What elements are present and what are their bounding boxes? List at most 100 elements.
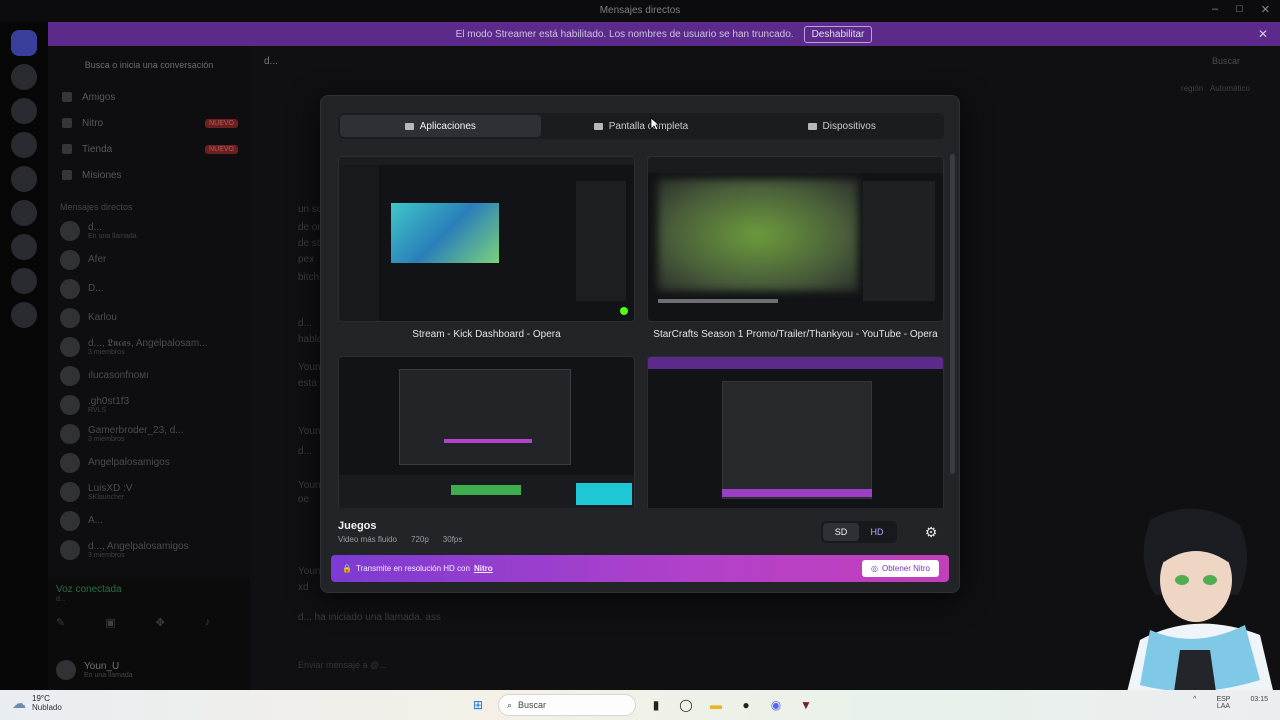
voice-connected-label: Voz conectada [56, 584, 122, 595]
nitro-promo-banner: 🔒 Transmite en resolución HD con Nitro ◎… [331, 555, 949, 582]
dm-item[interactable]: Angelpalosamigos [48, 448, 250, 477]
get-nitro-label: Obtener Nitro [881, 564, 930, 573]
minimize-icon[interactable]: – [1212, 3, 1218, 16]
avatar [60, 365, 80, 386]
cloud-icon: ☁ [12, 694, 26, 711]
maximize-icon[interactable]: □ [1236, 3, 1243, 16]
stream-fps: 30fps [442, 535, 463, 544]
close-banner-icon[interactable]: ✕ [1258, 27, 1268, 41]
new-badge: NUEVO [205, 118, 238, 128]
stream-section-title: Juegos [338, 520, 377, 532]
avatar [60, 423, 80, 444]
obs-icon[interactable]: ● [736, 695, 756, 715]
tab-devices[interactable]: Dispositivos [741, 115, 942, 137]
quality-hd-option[interactable]: HD [859, 523, 895, 541]
dm-item[interactable]: Karlou [48, 303, 250, 332]
taskbar-search-placeholder: Buscar [518, 700, 547, 710]
weather-widget[interactable]: ☁ 19°C Nublado [12, 694, 62, 712]
dm-item[interactable]: d..., 𝕷𝖚𝖈𝖆𝖘, Angelpalosam... 3 miembros [48, 332, 250, 361]
server-icon[interactable] [11, 132, 37, 158]
server-icon[interactable] [11, 98, 37, 124]
windows-start-icon[interactable]: ⊞ [468, 695, 488, 715]
dm-name: D... [88, 283, 104, 294]
taskbar-apps: ⊞ ⌕ Buscar ▮ ◯ ▬ ● ◉ ▼ [468, 694, 816, 716]
dm-name: .gh0st1f3 [88, 395, 130, 407]
lock-icon: 🔒 [342, 564, 352, 573]
chat-message: un so [298, 204, 323, 215]
server-icon[interactable] [11, 166, 37, 192]
avatar [60, 510, 80, 531]
taskbar-search[interactable]: ⌕ Buscar [498, 694, 636, 716]
dm-item[interactable]: A... [48, 506, 250, 535]
nitro-link[interactable]: Nitro [474, 564, 493, 573]
tab-full-screen[interactable]: Pantalla completa [541, 115, 742, 137]
source-scrollbar[interactable] [950, 154, 955, 474]
nav-item-quests[interactable]: Misiones [48, 162, 250, 188]
dm-item[interactable]: Gamerbroder_23, d... 3 miembros [48, 419, 250, 448]
current-user[interactable]: Youn_U En una llamada [56, 660, 133, 680]
explore-icon[interactable] [11, 302, 37, 328]
source-grid: Stream - Kick Dashboard - Opera StarCraf… [338, 156, 946, 508]
dm-item[interactable]: D... [48, 274, 250, 303]
call-started-message: d... ha iniciado una llamada. ass [298, 612, 441, 623]
dm-name: A... [88, 515, 104, 526]
streamer-mode-banner: El modo Streamer está habilitado. Los no… [48, 22, 1280, 46]
task-view-icon[interactable]: ▮ [646, 695, 666, 715]
server-icon[interactable] [11, 64, 37, 90]
tray-chevron-icon[interactable]: ^ [1193, 696, 1196, 710]
close-icon[interactable]: ✕ [1261, 3, 1270, 16]
promo-text: Transmite en resolución HD con [355, 564, 470, 573]
language-indicator[interactable]: ESP LAA [1216, 696, 1230, 710]
activities-icon[interactable]: ✥ [156, 616, 165, 629]
quality-sd-option[interactable]: SD [823, 523, 859, 541]
dm-name: ılucasonfnoмı [88, 370, 149, 381]
dm-sidebar: Busca o inicia una conversación Amigos N… [48, 46, 250, 690]
dm-item[interactable]: ılucasonfnoмı [48, 361, 250, 390]
source-card[interactable]: StarCrafts Season 1 Promo/Trailer/Thanky… [647, 156, 944, 340]
tab-label: Pantalla completa [608, 120, 689, 132]
tab-applications[interactable]: Aplicaciones [340, 115, 541, 137]
app-icon[interactable]: ▼ [796, 695, 816, 715]
dm-item[interactable]: LuisXD :V SKlauncher [48, 477, 250, 506]
nav-item-nitro[interactable]: Nitro NUEVO [48, 110, 250, 136]
search-icon: ⌕ [507, 699, 513, 710]
discord-home-icon[interactable] [11, 30, 37, 56]
screen-share-icon[interactable]: ▣ [105, 616, 115, 629]
dm-item[interactable]: Afer [48, 245, 250, 274]
add-server-icon[interactable] [11, 268, 37, 294]
nitro-icon [62, 118, 72, 128]
nav-item-shop[interactable]: Tienda NUEVO [48, 136, 250, 162]
dm-name: Afer [88, 254, 107, 265]
opera-icon[interactable]: ◯ [676, 695, 696, 715]
gear-icon[interactable]: ⚙ [921, 522, 941, 542]
source-thumbnail [647, 356, 944, 508]
file-explorer-icon[interactable]: ▬ [706, 695, 726, 715]
discord-icon[interactable]: ◉ [766, 695, 786, 715]
dm-name: Gamerbroder_23, d... [88, 424, 184, 436]
disable-streamer-button[interactable]: Deshabilitar [803, 25, 873, 43]
nav-item-friends[interactable]: Amigos [48, 84, 250, 110]
camera-off-icon[interactable]: ✎ [56, 616, 65, 629]
source-thumbnail [338, 356, 635, 508]
message-input[interactable]: Enviar mensaje a @... [298, 660, 387, 670]
source-card[interactable] [647, 356, 944, 508]
dm-item[interactable]: d... En una llamada [48, 216, 250, 245]
dm-search-input[interactable]: Busca o inicia una conversación [56, 56, 242, 74]
dm-item[interactable]: d..., Angelpalosamigos 3 miembros [48, 535, 250, 564]
chat-search-input[interactable]: Buscar [1212, 56, 1240, 66]
get-nitro-button[interactable]: ◎ Obtener Nitro [861, 560, 939, 577]
dm-name: d..., Angelpalosamigos [88, 540, 189, 552]
source-card[interactable] [338, 356, 635, 508]
avatar [56, 660, 76, 680]
dm-status: 3 miembros [88, 551, 125, 559]
soundboard-icon[interactable]: ♪ [205, 616, 211, 629]
dm-status: 3 miembros [88, 348, 125, 356]
chat-message: Youn [298, 480, 321, 491]
server-icon[interactable] [11, 234, 37, 260]
user-panel: Voz conectada d... ✎ ▣ ✥ ♪ Youn_U En una … [48, 578, 250, 690]
source-card[interactable]: Stream - Kick Dashboard - Opera [338, 156, 635, 340]
server-icon[interactable] [11, 200, 37, 226]
dm-status: 3 miembros [88, 435, 125, 443]
dm-item[interactable]: .gh0st1f3 RVLS [48, 390, 250, 419]
clock[interactable]: 03:15 [1250, 696, 1268, 710]
